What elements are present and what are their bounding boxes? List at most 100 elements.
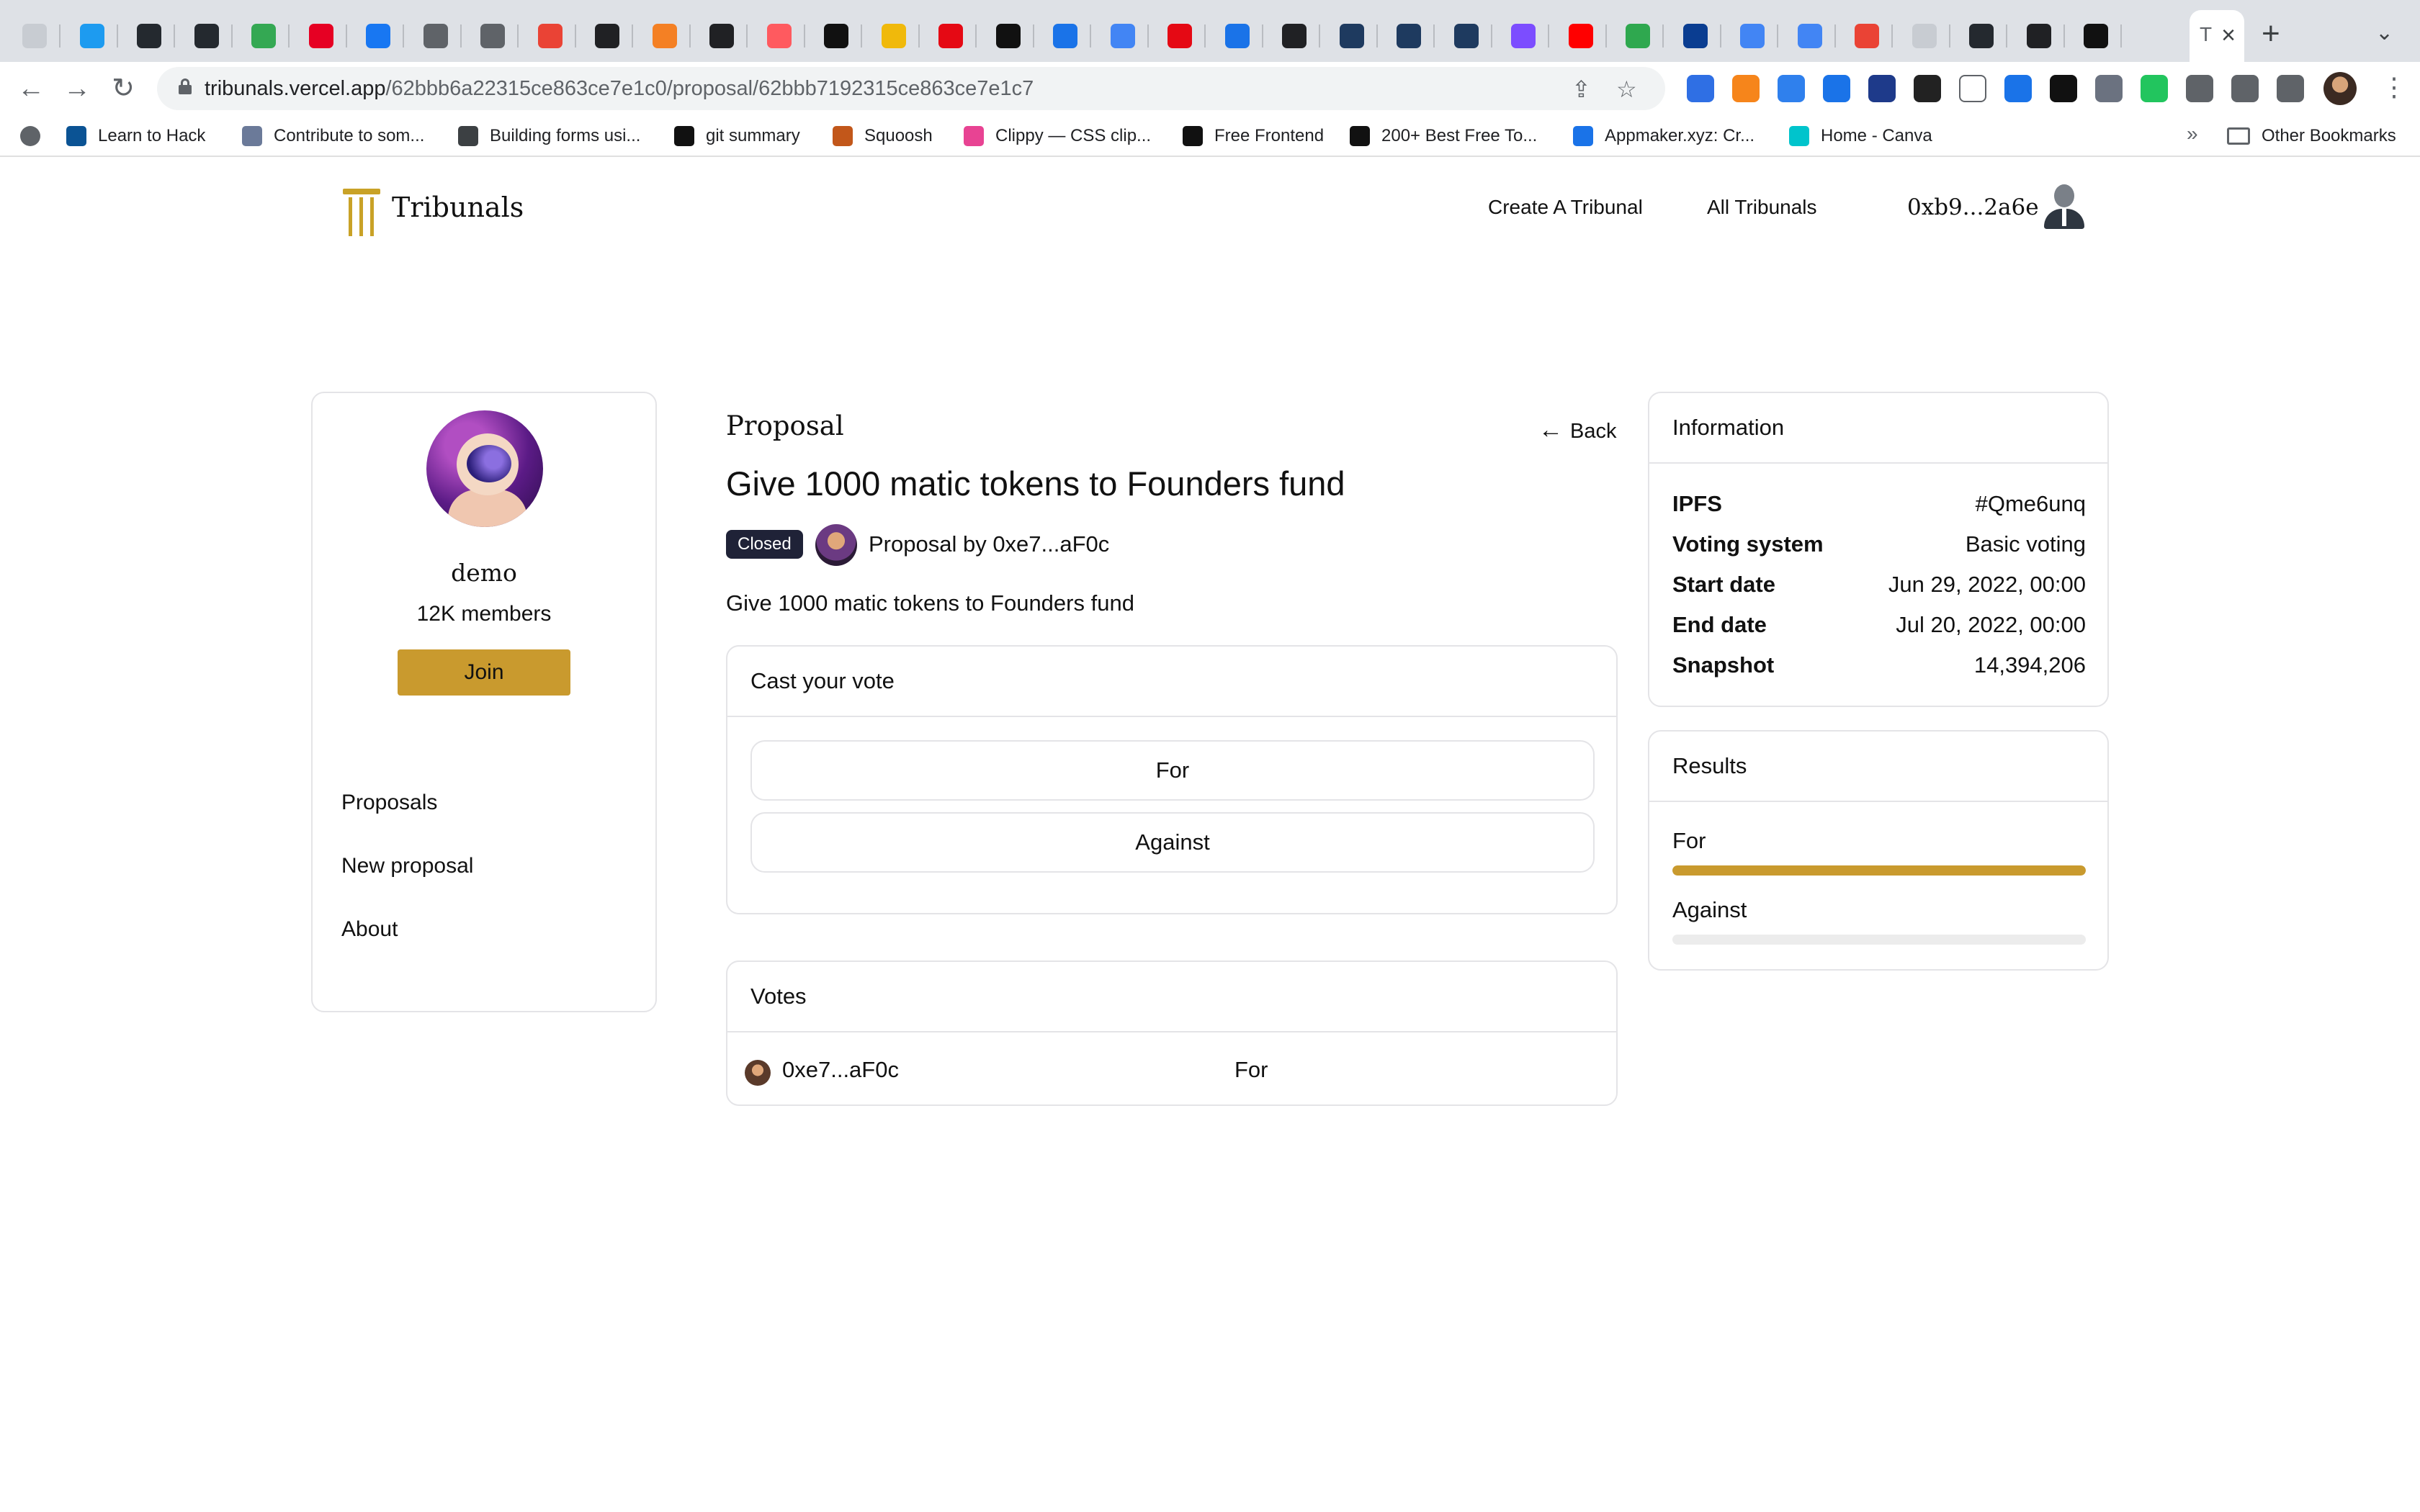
result-label-against: Against <box>1672 897 1747 922</box>
other-bookmarks[interactable]: Other Bookmarks <box>2227 124 2396 148</box>
browser-tab[interactable] <box>524 10 576 62</box>
browser-tab[interactable] <box>123 10 175 62</box>
extension-icon[interactable] <box>1868 75 1896 102</box>
browser-tab[interactable] <box>1268 10 1320 62</box>
browser-tab[interactable] <box>1899 10 1950 62</box>
extension-icon[interactable] <box>2095 75 2123 102</box>
extension-icon[interactable] <box>1959 75 1986 102</box>
vote-against-button[interactable]: Against <box>750 812 1595 873</box>
bookmark-item[interactable]: Learn to Hack <box>66 124 205 148</box>
bookmark-item[interactable]: Clippy — CSS clip... <box>964 124 1151 148</box>
bookmark-item[interactable]: Home - Canva <box>1789 124 1932 148</box>
browser-tab[interactable] <box>9 10 60 62</box>
browser-tab[interactable] <box>868 10 920 62</box>
bookmark-item[interactable]: Building forms usi... <box>458 124 640 148</box>
browser-tab[interactable] <box>181 10 233 62</box>
user-avatar-icon[interactable] <box>2044 184 2084 229</box>
info-value[interactable]: 14,394,206 <box>1974 652 2086 678</box>
browser-tab[interactable] <box>925 10 977 62</box>
browser-tab[interactable] <box>639 10 691 62</box>
browser-tab[interactable] <box>1154 10 1206 62</box>
extension-icon[interactable] <box>1687 75 1714 102</box>
proposal-author[interactable]: Proposal by 0xe7...aF0c <box>869 531 1109 557</box>
tab-favicon-icon <box>1855 24 1879 48</box>
browser-tab[interactable] <box>1211 10 1263 62</box>
browser-tab[interactable] <box>1784 10 1836 62</box>
browser-tab[interactable] <box>467 10 519 62</box>
bookmark-item[interactable]: 200+ Best Free To... <box>1350 124 1537 148</box>
browser-tab[interactable] <box>1955 10 2007 62</box>
tab-search-icon[interactable]: ⌄ <box>2375 20 2393 45</box>
active-tab[interactable]: T × <box>2190 10 2244 62</box>
browser-tab[interactable] <box>982 10 1034 62</box>
close-tab-icon[interactable]: × <box>2221 22 2236 50</box>
bookmark-globe-icon[interactable] <box>20 124 40 148</box>
back-button[interactable]: ← Back <box>1538 416 1616 444</box>
bookmark-label: Contribute to som... <box>274 126 425 145</box>
browser-tab[interactable] <box>581 10 633 62</box>
extension-icon[interactable] <box>2277 75 2304 102</box>
extension-icon[interactable] <box>1914 75 1941 102</box>
browser-tab[interactable] <box>1497 10 1549 62</box>
nav-all-tribunals[interactable]: All Tribunals <box>1707 196 1817 219</box>
browser-tab[interactable] <box>1612 10 1664 62</box>
share-icon[interactable]: ⇪ <box>1572 76 1591 103</box>
browser-tab[interactable] <box>66 10 118 62</box>
browser-tab[interactable] <box>810 10 862 62</box>
info-value[interactable]: #Qme6unq <box>1976 491 2086 517</box>
browser-tab[interactable] <box>1383 10 1435 62</box>
bookmark-item[interactable]: git summary <box>674 124 800 148</box>
browser-menu-icon[interactable]: ⋮ <box>2381 72 2407 102</box>
extension-icon[interactable] <box>2231 75 2259 102</box>
browser-tab[interactable] <box>238 10 290 62</box>
voter-address[interactable]: 0xe7...aF0c <box>782 1057 899 1083</box>
bookmark-item[interactable]: Appmaker.xyz: Cr... <box>1573 124 1754 148</box>
url-text[interactable]: tribunals.vercel.app/62bbb6a22315ce863ce… <box>205 77 1034 101</box>
browser-tab[interactable] <box>1097 10 1149 62</box>
new-tab-icon[interactable]: + <box>2262 16 2280 52</box>
bookmark-star-icon[interactable]: ☆ <box>1616 76 1637 103</box>
browser-tab[interactable] <box>1440 10 1492 62</box>
tribunals-logo-icon[interactable] <box>343 189 380 236</box>
browser-tab[interactable] <box>1555 10 1607 62</box>
extension-icon[interactable] <box>1732 75 1760 102</box>
bookmark-item[interactable]: Free Frontend <box>1183 124 1324 148</box>
extension-icon[interactable] <box>1823 75 1850 102</box>
browser-tab[interactable] <box>1326 10 1378 62</box>
extension-icon[interactable] <box>2004 75 2032 102</box>
info-key: IPFS <box>1672 491 1722 516</box>
bookmark-item[interactable]: Contribute to som... <box>242 124 424 148</box>
votes-card: Votes 0xe7...aF0c For <box>726 960 1618 1106</box>
browser-tab[interactable] <box>1726 10 1778 62</box>
vote-for-button[interactable]: For <box>750 740 1595 801</box>
browser-tab[interactable] <box>2013 10 2065 62</box>
join-button[interactable]: Join <box>398 649 570 696</box>
browser-tab[interactable] <box>295 10 347 62</box>
extension-icon[interactable] <box>2050 75 2077 102</box>
nav-create-tribunal[interactable]: Create A Tribunal <box>1488 196 1643 219</box>
browser-tab[interactable] <box>1039 10 1091 62</box>
browser-tab[interactable] <box>2070 10 2122 62</box>
reload-icon[interactable]: ↻ <box>107 72 140 105</box>
sidebar-item-proposals[interactable]: Proposals <box>341 791 437 815</box>
browser-tab[interactable] <box>696 10 748 62</box>
extension-icon[interactable] <box>2141 75 2168 102</box>
extension-icon[interactable] <box>1778 75 1805 102</box>
wallet-address[interactable]: 0xb9...2a6e <box>1907 194 2039 220</box>
extension-icon[interactable] <box>2186 75 2213 102</box>
browser-tab[interactable] <box>410 10 462 62</box>
browser-tab[interactable] <box>1841 10 1893 62</box>
browser-tab[interactable] <box>352 10 404 62</box>
bookmark-item[interactable]: Squoosh <box>833 124 933 148</box>
bookmark-label: Clippy — CSS clip... <box>995 126 1152 145</box>
browser-tab[interactable] <box>753 10 805 62</box>
address-bar[interactable]: tribunals.vercel.app/62bbb6a22315ce863ce… <box>157 67 1665 110</box>
bookmarks-overflow-icon[interactable]: » <box>2187 122 2198 145</box>
sidebar-item-new-proposal[interactable]: New proposal <box>341 854 473 878</box>
back-nav-icon[interactable]: ← <box>14 72 48 105</box>
sidebar-item-about[interactable]: About <box>341 917 398 942</box>
forward-nav-icon[interactable]: → <box>60 72 94 105</box>
profile-avatar-icon[interactable] <box>2323 72 2357 105</box>
brand-name[interactable]: Tribunals <box>392 192 524 223</box>
browser-tab[interactable] <box>1670 10 1721 62</box>
